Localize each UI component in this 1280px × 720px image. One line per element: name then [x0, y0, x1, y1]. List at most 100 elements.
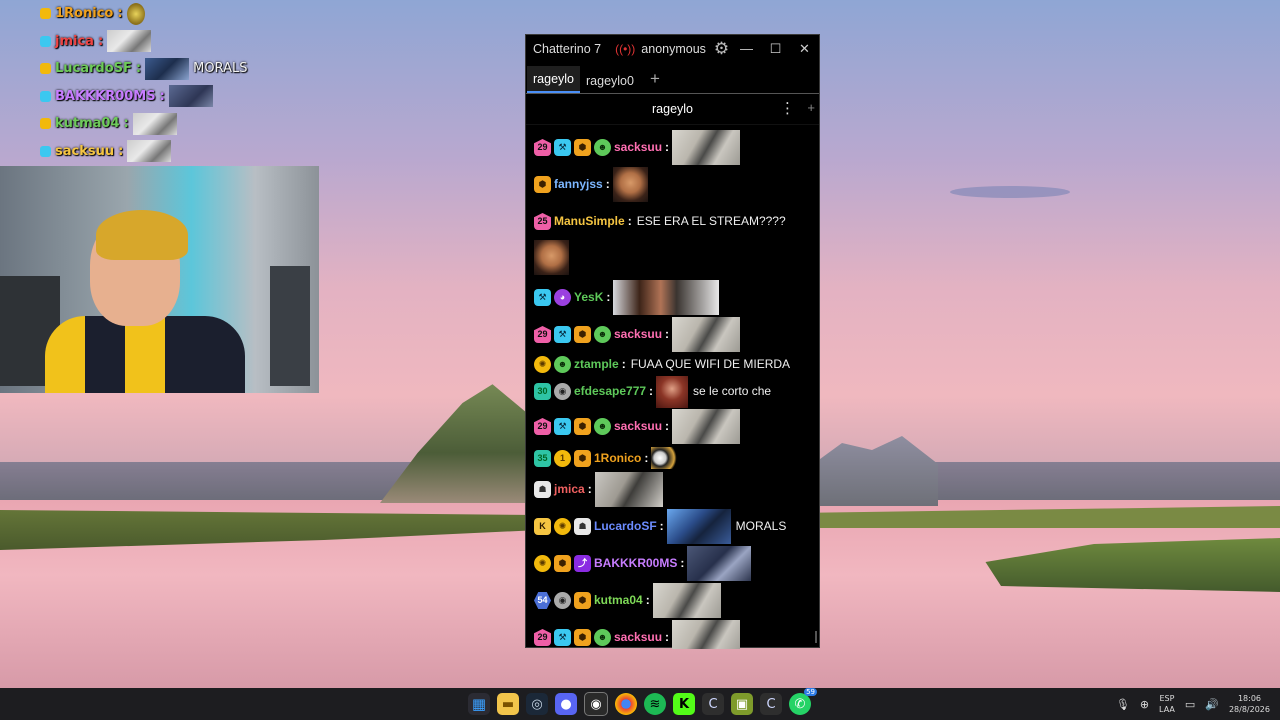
prime-badge-icon[interactable]: ⬢: [574, 418, 591, 435]
chat-emote[interactable]: [656, 375, 689, 408]
microphone-icon[interactable]: 🎙: [1116, 698, 1130, 711]
subscriber-badge-icon[interactable]: 29: [534, 326, 551, 343]
kick-icon[interactable]: K: [673, 693, 695, 715]
subscriber-badge-icon[interactable]: 29: [534, 629, 551, 646]
prime-badge-icon[interactable]: ⬢: [534, 176, 551, 193]
clock[interactable]: 18:06 28/8/2026: [1229, 693, 1270, 715]
subscriber-badge-icon[interactable]: 30: [534, 383, 551, 400]
moderator-badge-icon[interactable]: ⚒: [554, 139, 571, 156]
chat-message-continuation[interactable]: [534, 240, 819, 275]
windows-start-icon[interactable]: ▦: [468, 693, 490, 715]
chat-message[interactable]: ☗ jmica:: [534, 471, 819, 508]
chat-emote[interactable]: [651, 447, 682, 469]
chat-username[interactable]: YesK: [574, 290, 603, 305]
chat-username[interactable]: sacksuu: [614, 327, 662, 342]
chat-username[interactable]: ManuSimple: [554, 214, 625, 229]
coin-badge-icon[interactable]: ✺: [554, 518, 571, 535]
chat-username[interactable]: fannyjss: [554, 177, 603, 192]
prime-badge-icon[interactable]: ⬢: [574, 139, 591, 156]
chat-message[interactable]: 29 ⚒ ⬢ ☻ sacksuu:: [534, 129, 819, 166]
chatterino-icon-2[interactable]: C: [760, 693, 782, 715]
chat-emote[interactable]: [612, 167, 648, 202]
subscriber-badge-icon[interactable]: 29: [534, 139, 551, 156]
more-options-icon[interactable]: ⋮: [780, 99, 795, 117]
chat-username[interactable]: kutma04: [594, 593, 643, 608]
account-name[interactable]: anonymous: [641, 42, 706, 56]
chat-message[interactable]: ⚒ ◕ YesK:: [534, 279, 819, 316]
chat-username[interactable]: efdesape777: [574, 384, 646, 399]
chat-emote[interactable]: [613, 280, 720, 315]
prime-badge-icon[interactable]: ⬢: [574, 326, 591, 343]
chrome-icon[interactable]: [615, 693, 637, 715]
maximize-button[interactable]: ☐: [761, 41, 790, 57]
discord-icon[interactable]: ●: [555, 693, 577, 715]
scrollbar[interactable]: [815, 631, 817, 643]
alien-badge-icon[interactable]: ☻: [554, 355, 571, 373]
chat-username[interactable]: sacksuu: [614, 419, 662, 434]
moderator-badge-icon[interactable]: ⚒: [554, 629, 571, 646]
alien-badge-icon[interactable]: ☻: [594, 326, 611, 343]
one-badge-icon[interactable]: 1: [554, 449, 571, 467]
gear-icon[interactable]: ⚙: [714, 39, 729, 59]
alien-badge-icon[interactable]: ☻: [594, 418, 611, 435]
spotify-icon[interactable]: ≋: [644, 693, 666, 715]
chat-username[interactable]: ztample: [574, 357, 619, 372]
language-indicator[interactable]: ESP LAA: [1159, 693, 1175, 715]
channel-header[interactable]: rageylo ⋮ +: [526, 94, 819, 125]
chat-message[interactable]: 29 ⚒ ⬢ ☻ sacksuu:: [534, 408, 819, 445]
chat-message[interactable]: ✺ ☻ ztample: FUAA QUE WIFI DE MIERDA: [534, 353, 819, 375]
chat-message[interactable]: K ✺ ☗ LucardoSF: MORALS: [534, 508, 819, 545]
chatterino-icon[interactable]: C: [702, 693, 724, 715]
chat-emote[interactable]: [687, 546, 752, 581]
close-button[interactable]: ✕: [790, 41, 819, 57]
chat-emote[interactable]: [672, 409, 741, 444]
chat-username[interactable]: 1Ronico: [594, 451, 641, 466]
moderator-badge-icon[interactable]: ⚒: [554, 326, 571, 343]
add-tab-button[interactable]: +: [640, 69, 668, 93]
purple-badge-icon[interactable]: ◕: [554, 289, 571, 306]
gray-badge-icon[interactable]: ◉: [554, 383, 571, 400]
prime-badge-icon[interactable]: ⬢: [574, 449, 591, 467]
coin-badge-icon[interactable]: ✺: [534, 355, 551, 373]
white-badge-icon[interactable]: ☗: [534, 481, 551, 498]
chat-message[interactable]: ⬢ fannyjss:: [534, 166, 819, 203]
chat-username[interactable]: LucardoSF: [594, 519, 657, 534]
chat-message[interactable]: 29 ⚒ ⬢ ☻ sacksuu:: [534, 316, 819, 353]
chat-emote[interactable]: [672, 620, 741, 649]
subscriber-badge-icon[interactable]: 25: [534, 213, 551, 230]
gray-badge-icon[interactable]: ◉: [554, 592, 571, 609]
channel-name[interactable]: rageylo: [652, 102, 693, 116]
chatterino-window[interactable]: Chatterino 7 ((•)) anonymous ⚙ — ☐ ✕ rag…: [525, 34, 820, 649]
location-icon[interactable]: ⊕: [1140, 698, 1149, 711]
white-badge-icon[interactable]: ☗: [574, 518, 591, 535]
k-badge-icon[interactable]: K: [534, 518, 551, 535]
obs-icon[interactable]: ◉: [584, 692, 608, 716]
moderator-badge-icon[interactable]: ⚒: [534, 289, 551, 306]
add-split-icon[interactable]: +: [807, 100, 815, 115]
window-titlebar[interactable]: Chatterino 7 ((•)) anonymous ⚙ — ☐ ✕: [526, 35, 819, 63]
volume-icon[interactable]: 🔊: [1205, 698, 1219, 711]
network-icon[interactable]: ▭: [1185, 698, 1195, 711]
file-explorer-icon[interactable]: ▬: [497, 693, 519, 715]
chat-message[interactable]: ✺ ⬢ ⤴ BAKKKR00MS:: [534, 545, 819, 582]
subscriber-badge-icon[interactable]: 29: [534, 418, 551, 435]
chat-emote[interactable]: [672, 317, 741, 352]
chat-emote[interactable]: [534, 240, 569, 275]
prime-badge-icon[interactable]: ⬢: [574, 592, 591, 609]
chat-emote[interactable]: [652, 583, 721, 618]
tab-rageylo0[interactable]: rageylo0: [580, 68, 640, 93]
message-list[interactable]: 29 ⚒ ⬢ ☻ sacksuu: ⬢ fannyjss:25 ManuSimple: ESE …: [526, 125, 819, 649]
minimize-button[interactable]: —: [732, 41, 761, 57]
prime-badge-icon[interactable]: ⬢: [554, 555, 571, 572]
subscriber-badge-icon[interactable]: 54: [534, 592, 551, 609]
chat-message[interactable]: 30 ◉ efdesape777: se le corto che: [534, 375, 819, 408]
chat-emote[interactable]: [594, 472, 663, 507]
tab-rageylo[interactable]: rageylo: [527, 66, 580, 93]
chat-message[interactable]: 25 ManuSimple: ESE ERA EL STREAM????: [534, 203, 819, 240]
coin-badge-icon[interactable]: ✺: [534, 555, 551, 572]
chat-username[interactable]: sacksuu: [614, 630, 662, 645]
chat-username[interactable]: BAKKKR00MS: [594, 556, 677, 571]
chat-message[interactable]: 54 ◉ ⬢ kutma04:: [534, 582, 819, 619]
chat-username[interactable]: sacksuu: [614, 140, 662, 155]
alien-badge-icon[interactable]: ☻: [594, 629, 611, 646]
